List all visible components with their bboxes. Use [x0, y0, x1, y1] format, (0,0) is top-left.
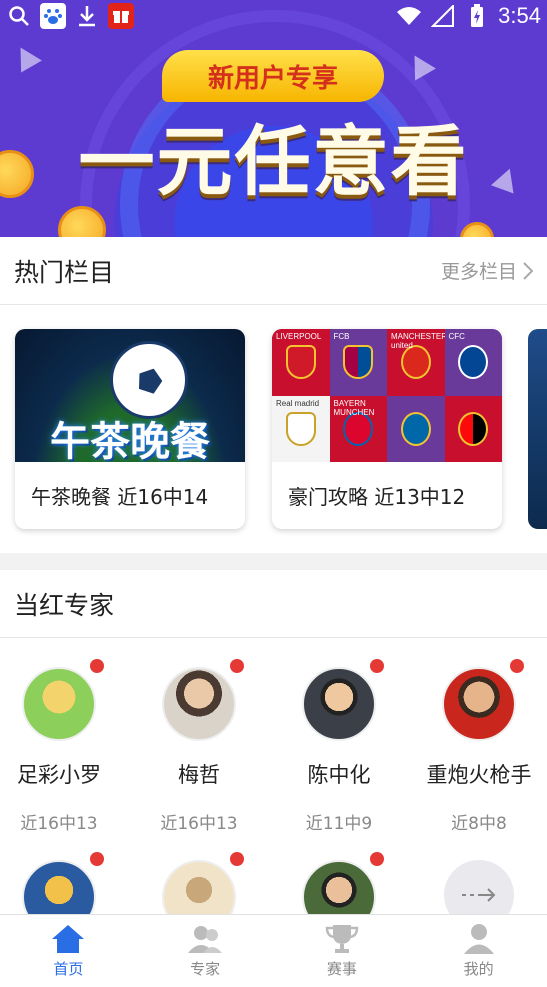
column-cards-carousel[interactable]: 午茶晚餐 午茶晚餐 近16中14 LIVERPOOL FCB MANCHESTE… [0, 305, 547, 553]
app-screen: 3:54 新用户专享 一元任意看 热门栏目 更多栏目 午茶晚餐 午茶晚餐 近16… [0, 0, 547, 987]
expert-name: 重炮火枪手 [426, 763, 532, 787]
new-badge-dot [370, 659, 384, 673]
football-icon [110, 341, 188, 419]
nav-label: 首页 [53, 960, 84, 978]
home-icon [52, 925, 85, 953]
expert-name: 足彩小罗 [17, 763, 101, 787]
expert-record: 近8中8 [451, 814, 507, 834]
wifi-icon [396, 3, 422, 29]
club-crest-manchester-united: MANCHESTER united [387, 329, 447, 396]
nav-label: 赛事 [326, 960, 357, 978]
column-card-image-text: 午茶晚餐 [50, 419, 210, 462]
avatar [22, 667, 96, 741]
avatar [162, 667, 236, 741]
nav-matches[interactable]: 赛事 [274, 915, 411, 987]
club-crest-inter [387, 395, 445, 462]
new-badge-dot [90, 852, 104, 866]
column-card[interactable]: LIVERPOOL FCB MANCHESTER united CFC Real… [272, 329, 502, 529]
club-crest-chelsea: CFC [444, 329, 502, 396]
expert-item[interactable]: 足彩小罗 近16中13 [0, 659, 127, 834]
bottom-nav: 首页 专家 赛事 我的 [0, 914, 547, 987]
club-crest-real-madrid: Real madrid [272, 395, 330, 462]
more-columns-link[interactable]: 更多栏目 [441, 257, 533, 284]
gift-app-icon [108, 3, 134, 29]
spark-decor-icon [10, 41, 42, 73]
status-bar: 3:54 [0, 0, 547, 32]
hot-columns-header: 热门栏目 更多栏目 [0, 237, 547, 305]
club-crest-bayern: BAYERN MUNCHEN [329, 395, 387, 462]
club-crest-barcelona: FCB [329, 329, 387, 396]
club-crest-milan [444, 395, 502, 462]
signal-icon [430, 3, 456, 29]
experts-icon [188, 926, 223, 953]
column-card-image: 午茶晚餐 [15, 329, 245, 462]
hot-columns-section: 热门栏目 更多栏目 午茶晚餐 午茶晚餐 近16中14 LIVERPOOL FCB… [0, 237, 547, 553]
avatar [442, 667, 516, 741]
experts-section: 当红专家 足彩小罗 近16中13 梅哲 近16中13 陈中化 近11中9 重炮火… [0, 570, 547, 934]
expert-item[interactable]: 陈中化 近11中9 [271, 659, 407, 834]
nav-label: 我的 [463, 960, 494, 978]
expert-name: 梅哲 [178, 763, 220, 787]
nav-experts[interactable]: 专家 [137, 915, 274, 987]
section-title: 当红专家 [14, 590, 115, 620]
promo-tag: 新用户专享 [162, 50, 384, 102]
status-time: 3:54 [498, 3, 541, 28]
promo-banner[interactable]: 3:54 新用户专享 一元任意看 [0, 0, 547, 237]
expert-item[interactable]: 梅哲 近16中13 [131, 659, 267, 834]
nav-label: 专家 [190, 960, 221, 978]
new-badge-dot [230, 659, 244, 673]
experts-grid: 足彩小罗 近16中13 梅哲 近16中13 陈中化 近11中9 重炮火枪手 近8… [0, 638, 547, 938]
new-badge-dot [370, 852, 384, 866]
trophy-icon [325, 925, 359, 953]
nav-profile[interactable]: 我的 [410, 915, 547, 987]
column-card[interactable]: 午茶晚餐 午茶晚餐 近16中14 [15, 329, 245, 529]
new-badge-dot [90, 659, 104, 673]
column-card-caption: 豪门攻略 近13中12 [288, 485, 466, 509]
search-icon [6, 3, 32, 29]
experts-header: 当红专家 [0, 570, 547, 638]
more-columns-label: 更多栏目 [440, 261, 517, 283]
column-card-peek[interactable] [528, 329, 547, 529]
section-title: 热门栏目 [14, 257, 115, 287]
expert-record: 近16中13 [20, 814, 98, 834]
expert-record: 近16中13 [160, 814, 238, 834]
promo-headline: 一元任意看 [78, 117, 469, 206]
nav-home[interactable]: 首页 [0, 915, 137, 987]
baidu-icon [40, 3, 66, 29]
column-card-caption: 午茶晚餐 近16中14 [31, 485, 209, 509]
battery-charging-icon [464, 3, 490, 29]
profile-icon [463, 924, 494, 954]
expert-record: 近11中9 [305, 814, 373, 834]
download-icon [74, 3, 100, 29]
club-crest-liverpool: LIVERPOOL [272, 329, 330, 396]
chevron-right-icon [523, 261, 533, 280]
new-badge-dot [230, 852, 244, 866]
avatar [302, 667, 376, 741]
expert-item[interactable]: 重炮火枪手 近8中8 [411, 659, 547, 834]
expert-name: 陈中化 [307, 763, 371, 787]
new-badge-dot [510, 659, 524, 673]
column-card-image: LIVERPOOL FCB MANCHESTER united CFC Real… [272, 329, 502, 462]
